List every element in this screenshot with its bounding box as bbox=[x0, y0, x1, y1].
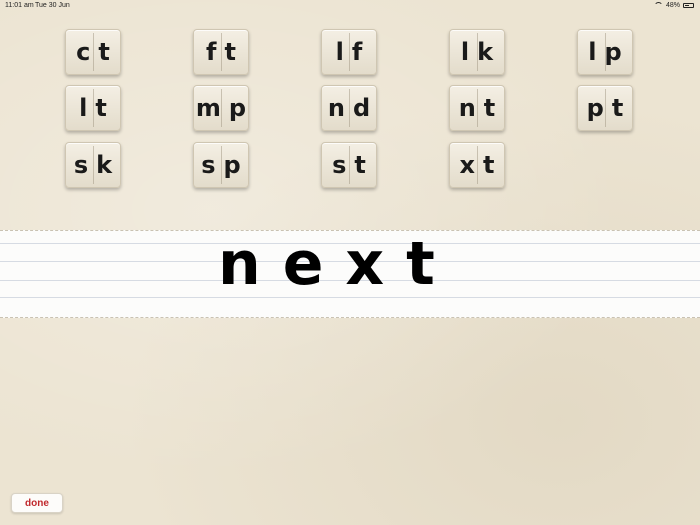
tile-label: sp bbox=[201, 151, 249, 179]
letter-tile[interactable]: mp bbox=[193, 85, 249, 131]
built-word[interactable]: next bbox=[218, 233, 457, 295]
letter-tile[interactable]: sp bbox=[193, 142, 249, 188]
tile-label: mp bbox=[195, 94, 255, 122]
battery-icon bbox=[683, 3, 694, 8]
tile-label: lk bbox=[460, 38, 502, 66]
tile-label: ft bbox=[206, 38, 244, 66]
status-time: 11:01 am bbox=[5, 2, 34, 9]
tile-label: sk bbox=[73, 151, 121, 179]
tile-label: lf bbox=[335, 38, 371, 66]
tile-label: pt bbox=[586, 94, 632, 122]
done-button[interactable]: done bbox=[11, 493, 63, 513]
tile-label: st bbox=[332, 151, 374, 179]
letter-tile[interactable]: xt bbox=[449, 142, 505, 188]
letter-tile[interactable]: lk bbox=[449, 29, 505, 75]
tile-label: ct bbox=[76, 38, 118, 66]
letter-tile[interactable]: st bbox=[321, 142, 377, 188]
letter-tile[interactable]: ft bbox=[193, 29, 249, 75]
letter-tile[interactable]: nt bbox=[449, 85, 505, 131]
status-bar: 11:01 am Tue 30 Jun 48% bbox=[0, 0, 700, 12]
letter-tile[interactable]: sk bbox=[65, 142, 121, 188]
letter-tile[interactable]: lt bbox=[65, 85, 121, 131]
status-indicators: 48% bbox=[653, 2, 694, 9]
status-date: Tue 30 Jun bbox=[35, 2, 70, 9]
letter-tile[interactable]: pt bbox=[577, 85, 633, 131]
wifi-icon bbox=[653, 2, 663, 9]
tile-label: xt bbox=[459, 151, 503, 179]
letter-tile[interactable]: lf bbox=[321, 29, 377, 75]
battery-percent: 48% bbox=[665, 2, 680, 9]
tile-label: nd bbox=[327, 94, 379, 122]
tile-label: nt bbox=[458, 94, 504, 122]
letter-tile[interactable]: lp bbox=[577, 29, 633, 75]
letter-tile[interactable]: nd bbox=[321, 85, 377, 131]
letter-tile[interactable]: ct bbox=[65, 29, 121, 75]
tile-label: lp bbox=[588, 38, 630, 66]
tile-label: lt bbox=[79, 94, 115, 122]
